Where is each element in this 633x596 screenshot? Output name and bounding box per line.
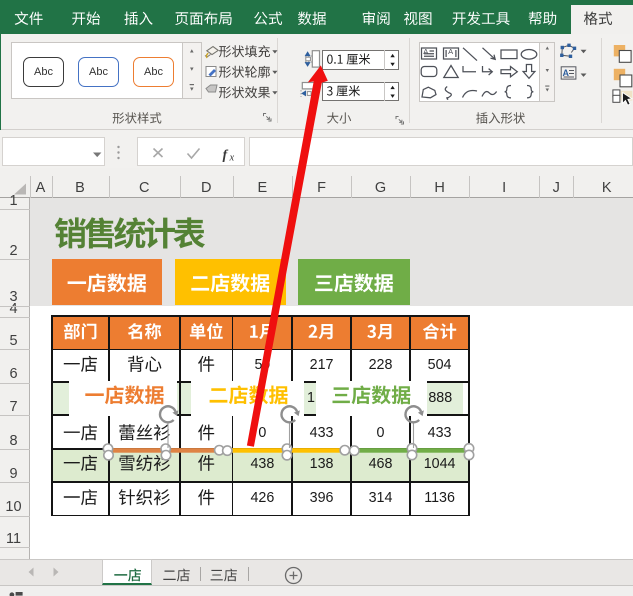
svg-text:x: x [229,153,235,164]
svg-text:A: A [448,47,453,56]
svg-text:A: A [563,68,570,78]
svg-text:f: f [223,148,229,163]
svg-text:A: A [423,47,428,56]
